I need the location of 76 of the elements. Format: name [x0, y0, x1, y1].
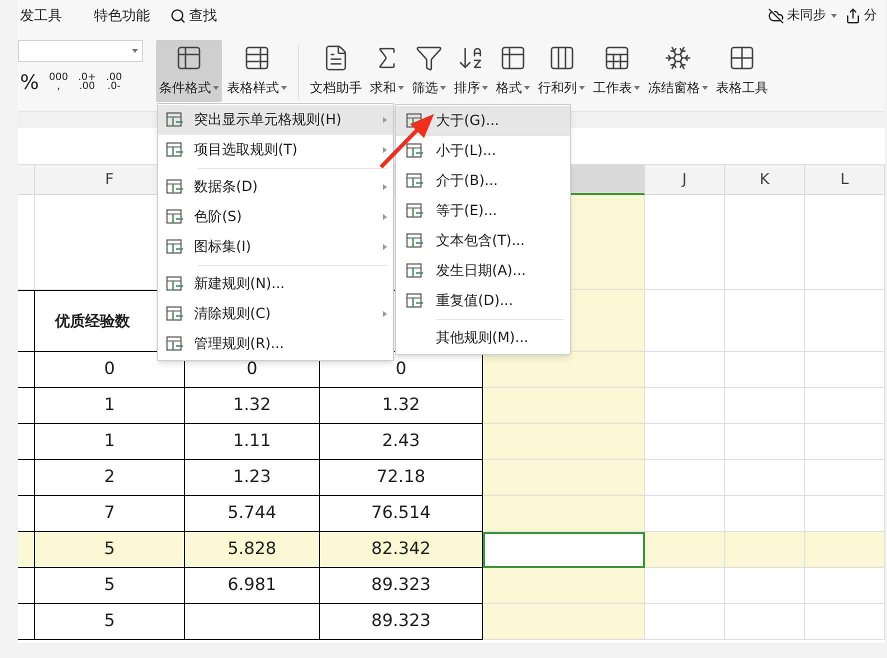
table-cell: 5.744	[185, 496, 320, 532]
ribbon-button[interactable]: 格式	[493, 40, 533, 102]
ribbon-button[interactable]: 排序	[451, 40, 491, 102]
menu-item[interactable]: 发生日期(A)...	[396, 256, 570, 286]
table-cell: 5.828	[185, 532, 320, 568]
table-cell: 6.981	[185, 568, 320, 604]
search-button[interactable]: 查找	[170, 6, 217, 26]
ribbon-button[interactable]: 冻结窗格	[645, 40, 711, 102]
table-cell: 72.18	[320, 460, 483, 496]
columns-icon	[548, 44, 576, 72]
column-header[interactable]: L	[805, 165, 885, 195]
sheet-icon	[602, 44, 630, 72]
column-header[interactable]: K	[725, 165, 805, 195]
table-cell: 82.342	[320, 532, 483, 568]
ribbon-button[interactable]: 行和列	[535, 40, 588, 102]
table-cell: 89.323	[320, 568, 483, 604]
table-pencil-icon	[243, 44, 271, 72]
caret-icon	[831, 14, 837, 18]
menu-item[interactable]: 重复值(D)...	[396, 286, 570, 316]
table-cell: 7	[35, 496, 185, 532]
table-cell: 5	[35, 532, 185, 568]
menu-item[interactable]: 突出显示单元格规则(H)	[158, 105, 393, 135]
menu-item[interactable]: 等于(E)...	[396, 196, 570, 226]
table-cell: 5	[35, 568, 185, 604]
active-cell[interactable]	[483, 532, 645, 568]
ribbon-button[interactable]: 表格样式	[224, 40, 290, 102]
menu-item[interactable]: 项目选取规则(T)	[158, 135, 393, 165]
sync-button[interactable]: 未同步	[768, 6, 837, 26]
filter-icon	[415, 44, 443, 72]
menu-item[interactable]: 介于(B)...	[396, 166, 570, 196]
table-cell	[18, 424, 35, 460]
table-icon	[175, 44, 203, 72]
menu-item[interactable]: 大于(G)...	[396, 106, 570, 136]
table-cell	[18, 460, 35, 496]
menu-item[interactable]: 文本包含(T)...	[396, 226, 570, 256]
menu-item[interactable]: 小于(L)...	[396, 136, 570, 166]
ribbon-button[interactable]: 表格工具	[713, 40, 771, 102]
table-cell: 2	[35, 460, 185, 496]
ribbon-button[interactable]: 筛选	[409, 40, 449, 102]
column-header[interactable]: J	[645, 165, 725, 195]
table-cell	[18, 532, 35, 568]
snowflake-icon	[664, 44, 692, 72]
share-button[interactable]: 分	[845, 6, 877, 26]
table-cell: 1	[35, 388, 185, 424]
menu-tab[interactable]: 发工具	[18, 0, 78, 32]
menu-item[interactable]: 其他规则(M)...	[396, 323, 570, 353]
number-format-button[interactable]: 000 ,	[49, 73, 68, 91]
cloud-off-icon	[768, 8, 784, 24]
ribbon-button[interactable]: 求和	[367, 40, 407, 102]
table-cell: 89.323	[320, 604, 483, 640]
annotation-arrow	[378, 112, 436, 170]
number-format-button[interactable]: .00 .0-	[106, 73, 122, 91]
ribbon-button[interactable]: 文档助手	[307, 40, 365, 102]
caret-icon	[132, 49, 138, 53]
menu-item[interactable]: 图标集(I)	[158, 232, 393, 262]
table-cell: 1.11	[185, 424, 320, 460]
ribbon-button[interactable]: 工作表	[590, 40, 643, 102]
table-cell: 5	[35, 604, 185, 640]
table-cell: 2.43	[320, 424, 483, 460]
ribbon-button[interactable]: 条件格式	[156, 40, 222, 102]
number-format-button[interactable]: %	[20, 72, 40, 92]
table-cell: 1.32	[185, 388, 320, 424]
number-format-button[interactable]: .0+ .00	[78, 73, 96, 91]
grid-icon	[728, 44, 756, 72]
table-cell	[18, 388, 35, 424]
search-icon	[170, 8, 186, 24]
share-icon	[845, 8, 861, 24]
table-icon	[499, 44, 527, 72]
table-cell: 76.514	[320, 496, 483, 532]
menu-item[interactable]: 色阶(S)	[158, 202, 393, 232]
table-cell	[18, 568, 35, 604]
table-cell: 1.23	[185, 460, 320, 496]
table-cell: 1	[35, 424, 185, 460]
table-cell	[18, 496, 35, 532]
table-cell: 1.32	[320, 388, 483, 424]
menu-tab[interactable]: 特色功能	[78, 0, 166, 32]
